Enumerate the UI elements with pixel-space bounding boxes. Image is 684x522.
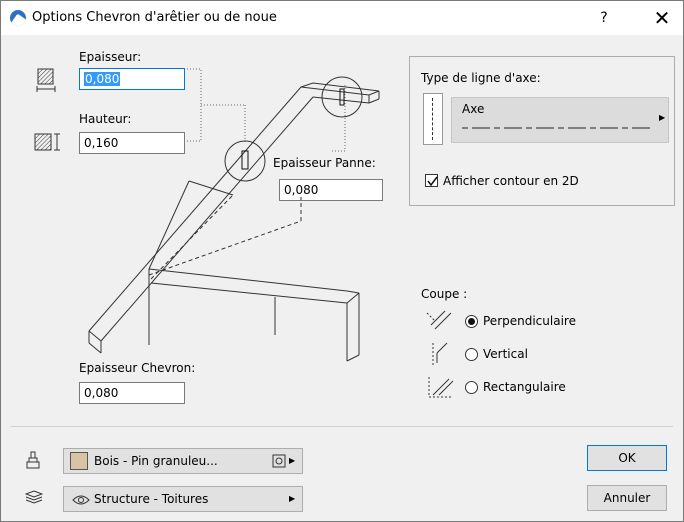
window-title: Options Chevron d'arêtier ou de noue — [32, 10, 277, 25]
layer-name: Structure - Toitures — [94, 492, 209, 506]
perpendiculaire-label: Perpendiculaire — [483, 314, 576, 328]
help-button[interactable]: ? — [593, 7, 615, 29]
close-button[interactable]: ✕ — [649, 5, 675, 31]
bottom-separator — [11, 426, 673, 427]
layer-popup[interactable]: Structure - Toitures ▶ — [63, 486, 303, 512]
coupe-label: Coupe : — [421, 287, 468, 301]
cut-vertical-icon — [432, 342, 448, 365]
rafter-diagram — [88, 68, 380, 362]
material-name: Bois - Pin granuleu... — [94, 454, 218, 468]
linetype-sample — [462, 127, 652, 129]
material-chevron-icon: ▶ — [289, 456, 296, 465]
archicad-app-icon — [10, 10, 26, 26]
linetype-name: Axe — [462, 102, 485, 116]
linetype-preview — [423, 93, 443, 145]
eye-icon — [72, 495, 90, 505]
axis-line-type-label: Type de ligne d'axe: — [421, 71, 541, 85]
checkmark-icon — [427, 176, 438, 187]
rectangulaire-label: Rectangulaire — [483, 380, 566, 394]
cut-rectangular-icon — [428, 377, 454, 398]
layers-icon — [25, 490, 43, 504]
material-popup[interactable]: Bois - Pin granuleu... ▶ — [63, 448, 303, 474]
cancel-button[interactable]: Annuler — [587, 485, 667, 511]
cut-perpendicular-icon — [426, 310, 452, 330]
vertical-radio[interactable] — [465, 348, 478, 361]
vertical-label: Vertical — [483, 347, 528, 361]
material-swatch — [70, 452, 88, 470]
linetype-select[interactable]: Axe ▶ — [451, 97, 669, 143]
ok-button[interactable]: OK — [587, 445, 667, 471]
material-picker-icon — [272, 454, 286, 468]
options-dialog: Options Chevron d'arêtier ou de noue ? ✕… — [0, 0, 684, 522]
show-contour-checkbox[interactable] — [425, 174, 438, 187]
radio-selected-dot — [468, 318, 475, 325]
title-bar: Options Chevron d'arêtier ou de noue ? ✕ — [1, 1, 683, 35]
perpendiculaire-radio[interactable] — [465, 315, 478, 328]
chevron-right-icon: ▶ — [659, 113, 666, 122]
brush-icon — [26, 451, 40, 469]
show-contour-label: Afficher contour en 2D — [443, 174, 579, 188]
rectangulaire-radio[interactable] — [465, 381, 478, 394]
layer-chevron-icon: ▶ — [289, 494, 296, 503]
